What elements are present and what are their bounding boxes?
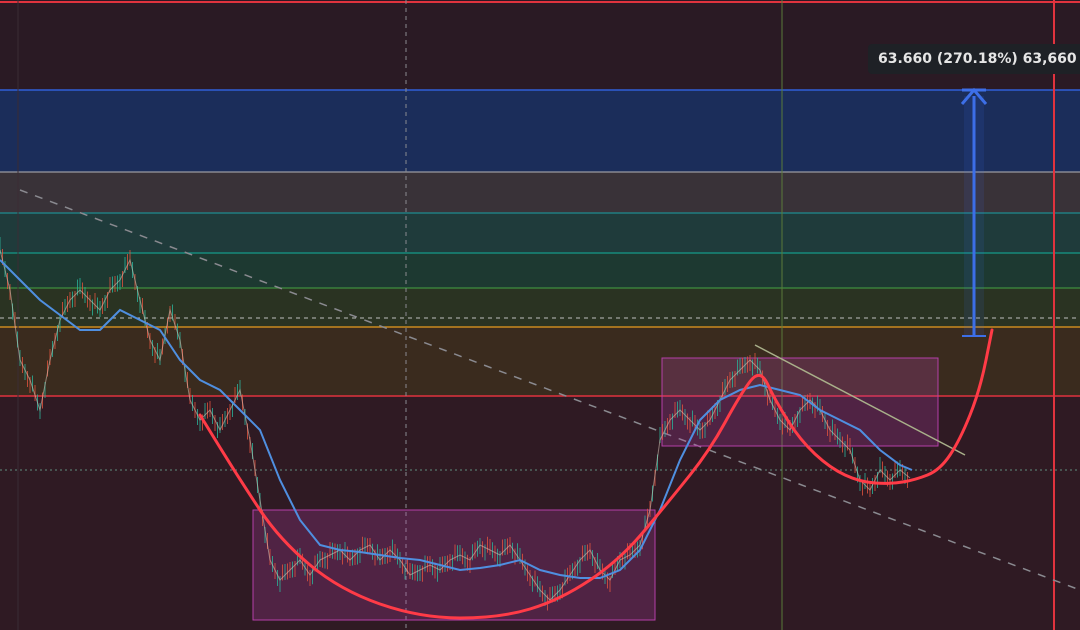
- fib-band-teal-2: [0, 253, 1080, 288]
- chart-svg[interactable]: [0, 0, 1080, 630]
- measure-range-fill: [964, 96, 984, 336]
- fib-band-teal-1: [0, 213, 1080, 253]
- fib-band-gray: [0, 172, 1080, 213]
- measure-readout-label: 63.660 (270.18%) 63,660: [868, 44, 1080, 74]
- chart-area[interactable]: 63.660 (270.18%) 63,660: [0, 0, 1080, 630]
- consolidation-box-right: [661, 357, 939, 447]
- fib-band-green: [0, 288, 1080, 327]
- fib-band-blue: [0, 90, 1080, 172]
